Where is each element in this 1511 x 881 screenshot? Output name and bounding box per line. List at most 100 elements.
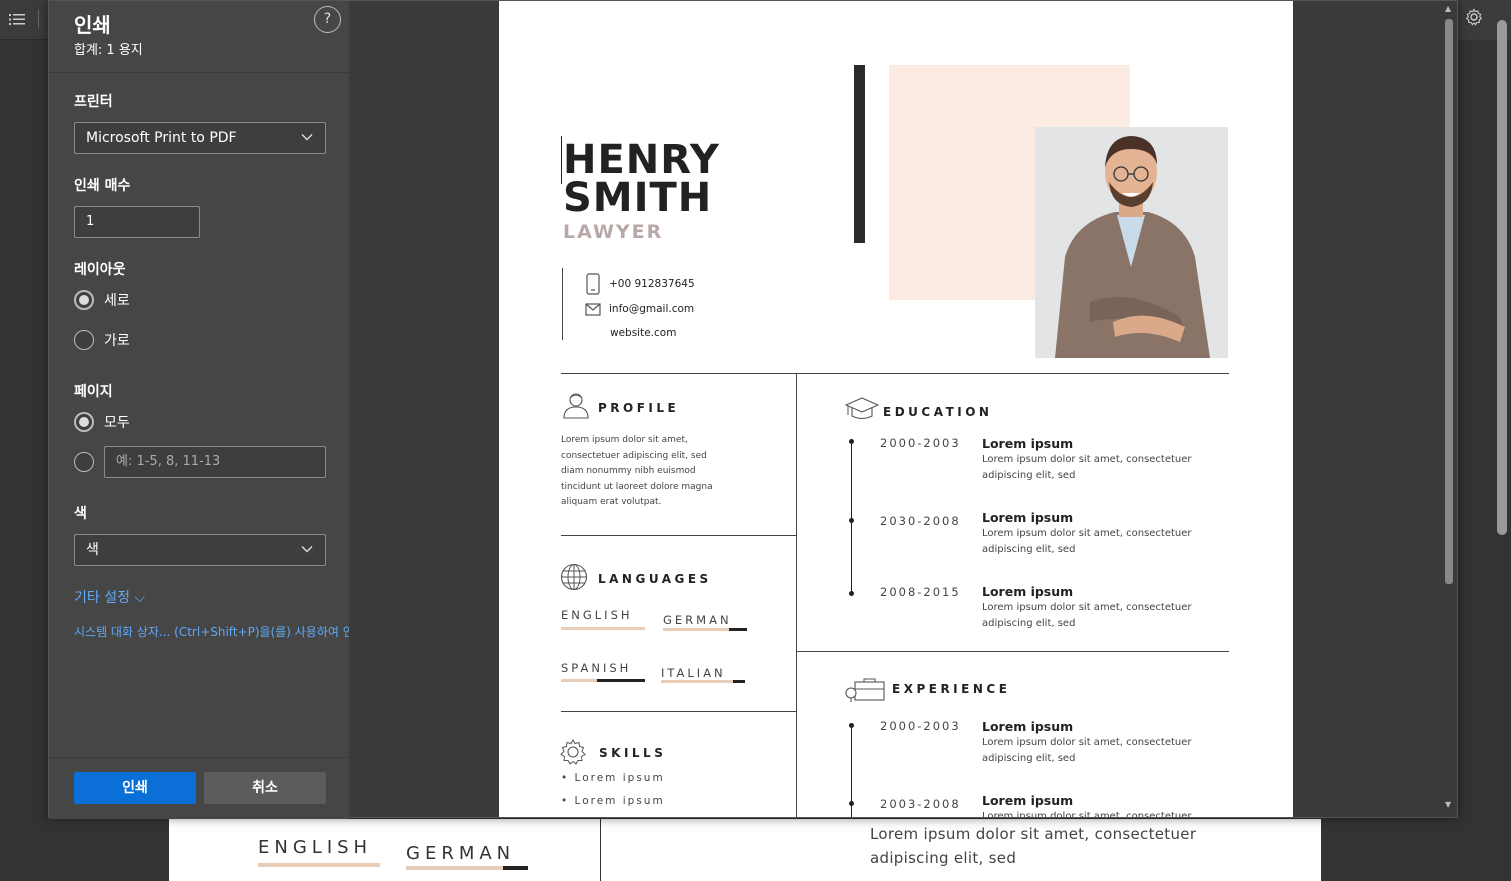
profile-line: consectetuer adipiscing elit, sed: [561, 450, 707, 461]
system-dialog-link[interactable]: 시스템 대화 상자... (Ctrl+Shift+P)을(를) 사용하여 인쇄: [74, 623, 349, 640]
language-bar-italian: [661, 680, 733, 683]
profile-text: Lorem ipsum dolor sit amet, consectetuer…: [561, 433, 713, 511]
dialog-title: 인쇄: [74, 13, 111, 37]
scroll-down-arrow[interactable]: ▼: [1445, 801, 1453, 809]
sheet-count: 합계: 1 용지: [74, 43, 143, 58]
bg-lang-german: GERMAN: [406, 843, 516, 864]
user-icon: [563, 393, 589, 419]
print-button[interactable]: 인쇄: [74, 772, 196, 804]
list-menu-icon[interactable]: [8, 10, 26, 28]
radio-all-pages[interactable]: [74, 412, 94, 432]
education-desc: Lorem ipsum dolor sit amet, consectetuer…: [982, 526, 1232, 557]
language-german: GERMAN: [663, 613, 732, 627]
more-settings-link[interactable]: 기타 설정 ⌵: [74, 587, 145, 607]
toolbar-divider: [38, 10, 39, 28]
page-range-input[interactable]: 예: 1-5, 8, 11-13: [104, 446, 326, 478]
text-cursor: [561, 136, 562, 184]
desc-line: Lorem ipsum dolor sit amet, consectetuer: [982, 454, 1192, 465]
copies-input[interactable]: 1: [74, 206, 200, 238]
column-divider: [796, 373, 797, 817]
languages-heading: LANGUAGES: [598, 572, 712, 586]
radio-portrait[interactable]: [74, 290, 94, 310]
color-label: 색: [74, 506, 87, 522]
printer-value: Microsoft Print to PDF: [86, 130, 237, 146]
radio-landscape[interactable]: [74, 330, 94, 350]
decorative-bar: [854, 65, 865, 243]
profile-heading: PROFILE: [598, 401, 680, 415]
education-years: 2030-2008: [880, 514, 961, 528]
experience-heading: EXPERIENCE: [892, 682, 1011, 696]
background-document: ENGLISH GERMAN Lorem ipsum dolor sit ame…: [169, 819, 1321, 881]
graduation-cap-icon: [845, 397, 879, 420]
copies-label: 인쇄 매수: [74, 178, 131, 194]
experience-title: Lorem ipsum: [982, 719, 1074, 734]
timeline-dot: [849, 591, 854, 596]
bg-lang-bar: [258, 863, 380, 867]
pages-label: 페이지: [74, 384, 113, 400]
globe-icon: [560, 563, 588, 591]
briefcase-icon: [845, 678, 885, 702]
person-portrait-image: [1035, 127, 1228, 358]
skill-item: • Lorem ipsum: [561, 795, 665, 807]
print-preview[interactable]: HENRY SMITH LAWYER +00 912837645 info@gm…: [349, 1, 1457, 817]
desc-line: Lorem ipsum dolor sit amet, consectetuer: [982, 811, 1192, 817]
desc-line: adipiscing elit, sed: [982, 469, 1076, 481]
color-select[interactable]: 색: [74, 534, 326, 566]
app-toolbar-left: [0, 0, 48, 40]
contact-website: website.com: [610, 327, 677, 339]
mail-icon: [585, 303, 601, 316]
section-divider: [561, 711, 796, 712]
desc-line: Lorem ipsum dolor sit amet, consectetuer: [982, 737, 1192, 748]
desc-line: adipiscing elit, sed: [982, 752, 1076, 764]
section-divider: [561, 373, 1229, 374]
profile-line: aliquam erat volutpat.: [561, 497, 662, 507]
section-divider: [561, 535, 796, 536]
education-title: Lorem ipsum: [982, 510, 1074, 525]
first-name: HENRY: [563, 137, 720, 183]
preview-page: HENRY SMITH LAWYER +00 912837645 info@gm…: [499, 1, 1293, 817]
bg-lang-bar: [406, 866, 503, 870]
timeline-dot: [849, 518, 854, 523]
radio-page-range[interactable]: [74, 452, 94, 472]
chevron-down-icon: [301, 546, 313, 553]
contact-line: [562, 268, 563, 340]
profile-photo: [1035, 127, 1228, 358]
experience-desc: Lorem ipsum dolor sit amet, consectetuer: [982, 809, 1232, 817]
section-divider: [796, 651, 1229, 652]
bg-divider: [600, 819, 601, 881]
timeline-dot: [849, 439, 854, 444]
skill-item: • Lorem ipsum: [561, 772, 665, 784]
profile-line: tincidunt ut laoreet dolore magna: [561, 481, 713, 492]
help-button[interactable]: ?: [314, 6, 341, 33]
education-desc: Lorem ipsum dolor sit amet, consectetuer…: [982, 452, 1232, 483]
radio-label: 가로: [104, 333, 130, 349]
print-dialog: 인쇄 합계: 1 용지 ? 프린터 Microsoft Print to PDF…: [48, 0, 1458, 819]
language-spanish: SPANISH: [561, 661, 632, 675]
preview-scrollbar[interactable]: [1445, 19, 1453, 584]
app-scrollbar[interactable]: [1497, 20, 1507, 535]
printer-label: 프린터: [74, 94, 113, 110]
last-name: SMITH: [563, 175, 713, 221]
printer-select[interactable]: Microsoft Print to PDF: [74, 122, 326, 154]
language-bar-german: [663, 628, 729, 631]
resume-name: HENRY SMITH: [563, 137, 720, 221]
language-english: ENGLISH: [561, 608, 633, 622]
phone-icon: [586, 273, 600, 295]
radio-label: 모두: [104, 415, 130, 431]
timeline-dot: [849, 723, 854, 728]
language-bar-spanish: [561, 679, 597, 682]
profile-line: diam nonummy nibh euismod: [561, 466, 696, 476]
experience-years: 2000-2003: [880, 719, 961, 733]
education-title: Lorem ipsum: [982, 436, 1074, 451]
layout-label: 레이아웃: [74, 262, 126, 278]
scroll-up-arrow[interactable]: ▲: [1445, 5, 1453, 13]
experience-years: 2003-2008: [880, 797, 961, 811]
education-heading: EDUCATION: [883, 405, 993, 419]
education-years: 2008-2015: [880, 585, 961, 599]
education-desc: Lorem ipsum dolor sit amet, consectetuer…: [982, 600, 1232, 631]
language-bar-german-dark: [729, 628, 747, 631]
color-value: 색: [86, 542, 99, 558]
desc-line: Lorem ipsum dolor sit amet, consectetuer: [982, 602, 1192, 613]
cancel-button[interactable]: 취소: [204, 772, 326, 804]
gear-icon[interactable]: [1465, 8, 1483, 26]
